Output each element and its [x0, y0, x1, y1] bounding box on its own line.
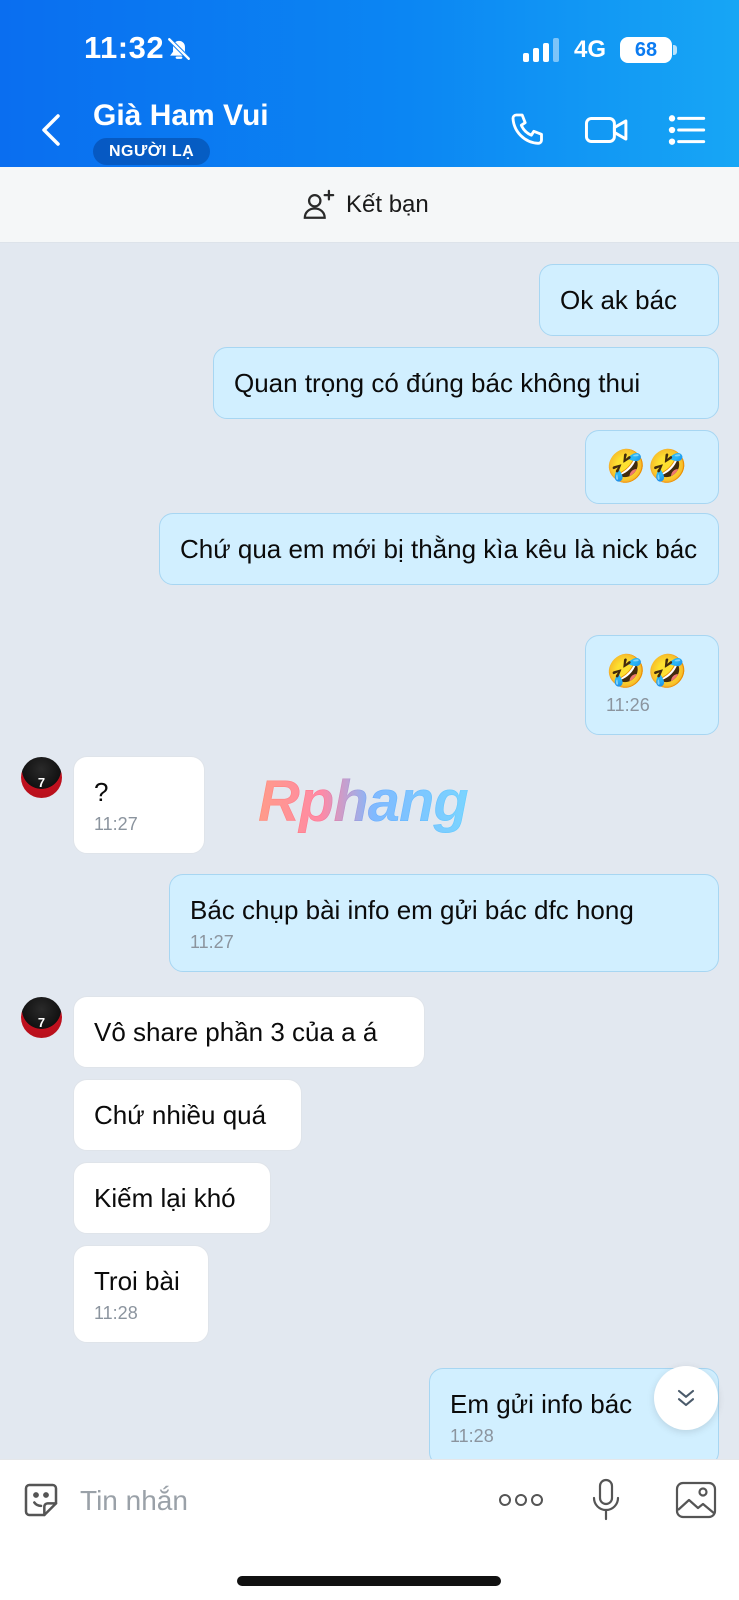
message-bubble[interactable]: Chứ qua em mới bị thằng kìa kêu là nick … — [159, 513, 719, 585]
message-list[interactable]: Ok ak bác Quan trọng có đúng bác không t… — [0, 243, 739, 1459]
image-icon[interactable] — [675, 1480, 717, 1520]
message-bubble[interactable]: Bác chụp bài info em gửi bác dfc hong 11… — [169, 874, 719, 972]
add-friend-button[interactable]: Kết bạn — [302, 187, 429, 223]
message-input[interactable] — [80, 1478, 460, 1524]
mic-icon[interactable] — [591, 1478, 621, 1522]
chevron-down-icon — [677, 1389, 695, 1407]
message-bubble[interactable]: 🤣🤣 — [585, 430, 719, 504]
battery-level: 68 — [620, 37, 672, 63]
home-indicator — [237, 1576, 501, 1586]
avatar[interactable]: 7 — [21, 997, 62, 1038]
add-friend-bar: Kết bạn — [0, 167, 739, 243]
avatar[interactable]: 7 — [21, 757, 62, 798]
message-bubble[interactable]: ? 11:27 — [73, 756, 205, 854]
message-time: 11:27 — [94, 814, 138, 834]
message-time: 11:28 — [94, 1303, 138, 1323]
stranger-badge: NGƯỜI LẠ — [93, 138, 211, 165]
video-icon[interactable] — [584, 110, 630, 150]
more-icon[interactable] — [498, 1490, 544, 1510]
message-bubble[interactable]: Ok ak bác — [539, 264, 719, 336]
chat-header: 11:32 4G 68 Già Ham Vui NGƯỜI LẠ — [0, 0, 739, 167]
watermark-logo: Rphang — [258, 769, 469, 834]
message-bubble[interactable]: Kiếm lại khó — [73, 1162, 271, 1234]
status-time: 11:32 — [84, 30, 165, 65]
sticker-icon[interactable] — [21, 1480, 61, 1520]
bell-off-icon — [167, 37, 191, 61]
message-time: 11:27 — [190, 932, 234, 952]
message-time: 11:28 — [450, 1426, 494, 1446]
add-friend-label: Kết bạn — [346, 191, 429, 218]
contact-name[interactable]: Già Ham Vui — [93, 99, 269, 133]
add-person-icon — [303, 189, 335, 219]
battery-tip — [673, 45, 677, 55]
composer-bar — [0, 1459, 739, 1600]
phone-icon[interactable] — [508, 110, 548, 150]
message-bubble[interactable]: Chứ nhiều quá — [73, 1079, 302, 1151]
message-time: 11:26 — [606, 695, 650, 715]
back-icon[interactable] — [34, 108, 70, 152]
signal-icon — [523, 38, 559, 62]
message-bubble[interactable]: Troi bài 11:28 — [73, 1245, 209, 1343]
message-bubble[interactable]: Quan trọng có đúng bác không thui — [213, 347, 719, 419]
message-bubble[interactable]: 🤣🤣 11:26 — [585, 635, 719, 735]
scroll-to-bottom-button[interactable] — [654, 1366, 718, 1430]
network-type: 4G — [574, 36, 607, 63]
menu-icon[interactable] — [667, 110, 707, 150]
message-bubble[interactable]: Vô share phần 3 của a á — [73, 996, 425, 1068]
